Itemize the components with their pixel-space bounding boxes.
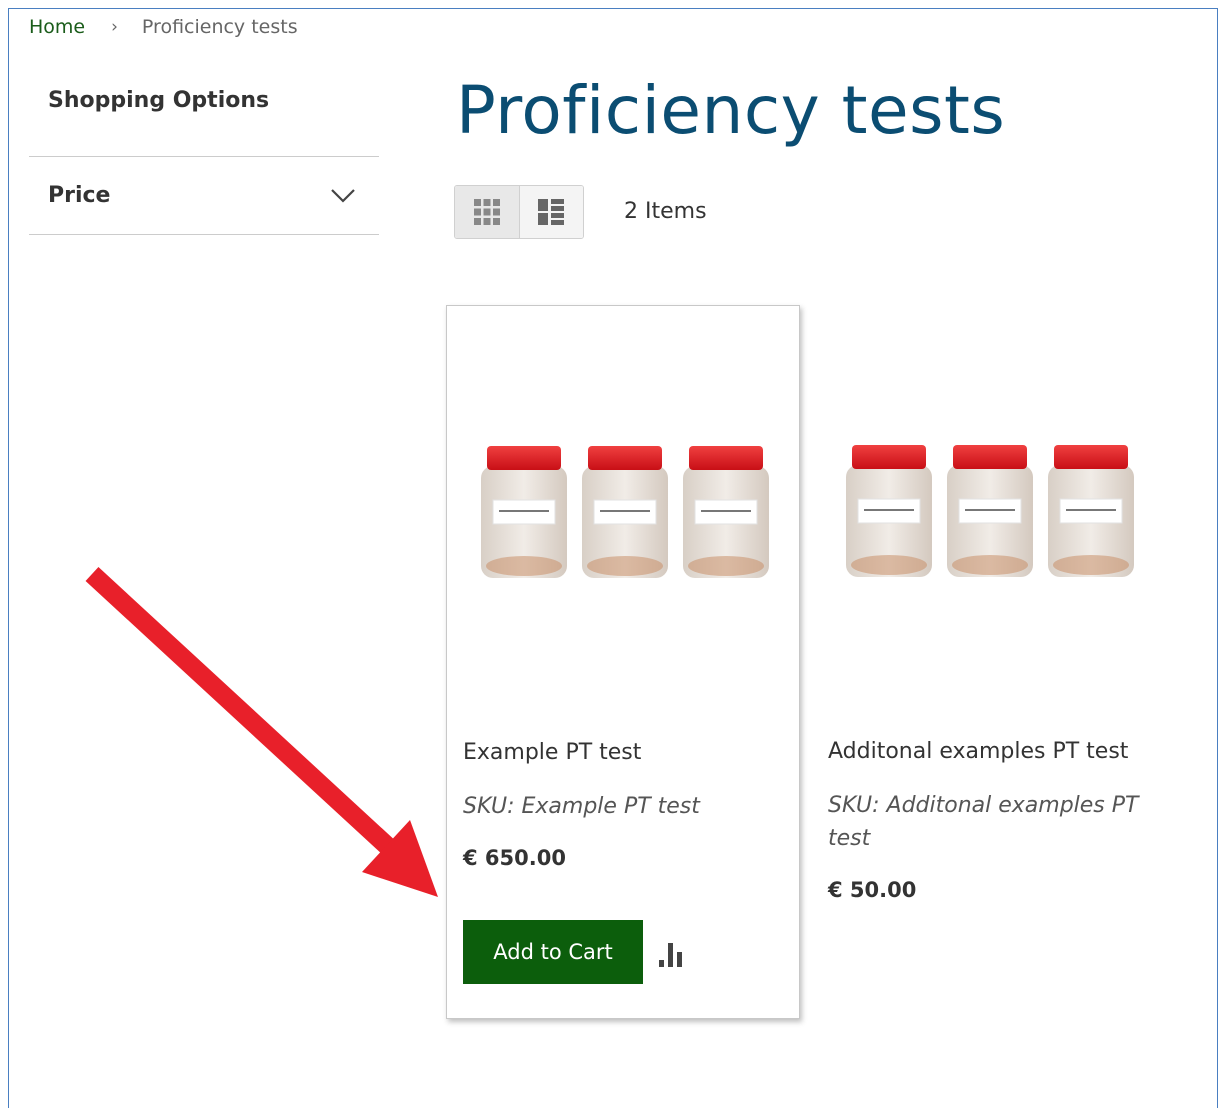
filter-price[interactable]: Price	[29, 157, 379, 234]
product-image[interactable]	[840, 445, 1140, 580]
breadcrumb: Home › Proficiency tests	[29, 16, 298, 38]
breadcrumb-current: Proficiency tests	[141, 16, 298, 38]
compare-icon[interactable]	[657, 941, 689, 969]
product-price: € 650.00	[463, 846, 566, 870]
breadcrumb-home-link[interactable]: Home	[29, 16, 85, 38]
product-card: Example PT test SKU: Example PT test € 6…	[446, 305, 800, 1019]
sidebar-divider	[29, 234, 379, 235]
filter-price-label: Price	[48, 183, 111, 208]
item-count: 2 Items	[624, 199, 707, 224]
product-sku: SKU: Additonal examples PT test	[828, 793, 1139, 851]
chevron-down-icon	[331, 188, 355, 203]
product-image[interactable]	[475, 446, 775, 581]
product-name-link[interactable]: Additonal examples PT test	[828, 739, 1128, 764]
shopping-options-title: Shopping Options	[48, 88, 270, 113]
list-icon	[538, 199, 565, 225]
view-mode-switcher	[454, 185, 584, 239]
page-title: Proficiency tests	[456, 72, 1006, 149]
list-view-button[interactable]	[518, 186, 583, 238]
breadcrumb-separator: ›	[111, 17, 118, 37]
product-price: € 50.00	[828, 878, 917, 902]
grid-view-button[interactable]	[455, 186, 519, 238]
add-to-cart-button[interactable]: Add to Cart	[463, 920, 643, 984]
product-sku: SKU: Example PT test	[463, 794, 700, 819]
product-card: Additonal examples PT test SKU: Additona…	[812, 305, 1166, 1019]
grid-icon	[473, 199, 500, 225]
product-name-link[interactable]: Example PT test	[463, 740, 641, 765]
